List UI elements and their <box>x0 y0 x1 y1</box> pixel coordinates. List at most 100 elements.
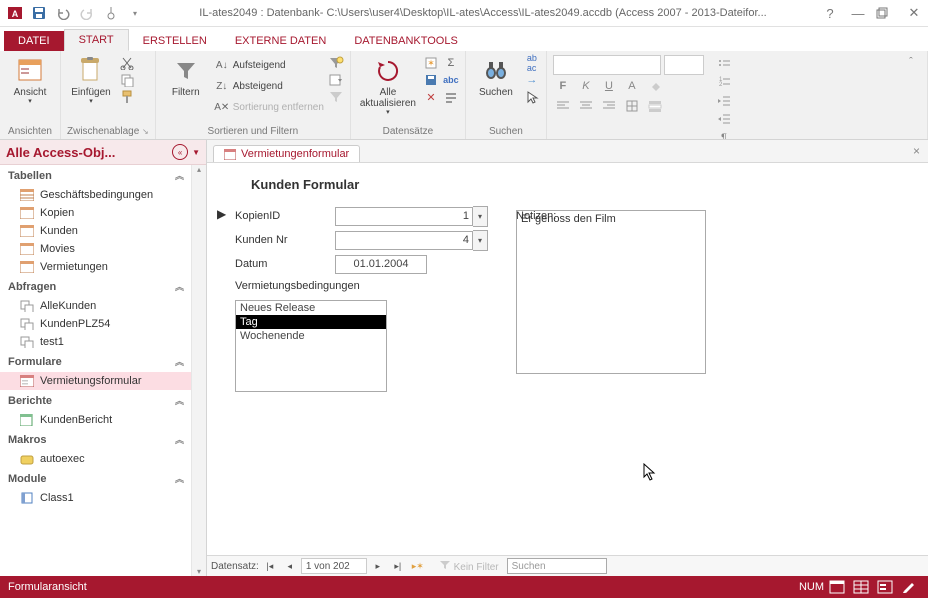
nav-module-item[interactable]: Class1 <box>0 489 192 507</box>
replace-icon[interactable]: abac <box>524 55 540 71</box>
bold-button[interactable]: F <box>553 77 573 95</box>
select-icon[interactable] <box>524 89 540 105</box>
access-app-icon[interactable]: A <box>4 3 26 23</box>
nav-scrollbar[interactable]: ▴▾ <box>191 165 206 576</box>
einfuegen-button[interactable]: Einfügen▾ <box>67 53 115 106</box>
minimize-icon[interactable]: ― <box>848 6 868 21</box>
nav-table-item[interactable]: Kopien <box>0 204 192 222</box>
nav-table-item[interactable]: Movies <box>0 240 192 258</box>
qat-customize-icon[interactable]: ▾ <box>124 3 146 23</box>
vermietungsbedingungen-listbox[interactable]: Neues Release Tag Wochenende <box>235 300 387 392</box>
nav-category-makros[interactable]: Makros︽ <box>0 429 192 450</box>
collapse-ribbon-icon[interactable]: ˆ <box>901 53 921 71</box>
prev-record-button[interactable]: ◂ <box>281 557 299 575</box>
nav-query-item[interactable]: KundenPLZ54 <box>0 315 192 333</box>
bullets-button[interactable] <box>714 55 734 73</box>
scroll-up-icon[interactable]: ▴ <box>197 165 201 174</box>
nav-table-item[interactable]: Kunden <box>0 222 192 240</box>
selection-filter-icon[interactable] <box>328 55 344 71</box>
next-record-button[interactable]: ▸ <box>369 557 387 575</box>
nav-query-item[interactable]: AlleKunden <box>0 297 192 315</box>
more-records-icon[interactable] <box>443 89 459 105</box>
numbering-button[interactable]: 12 <box>714 73 734 91</box>
kopienid-field[interactable]: 1 <box>335 207 473 226</box>
toggle-filter-icon[interactable] <box>328 89 344 105</box>
close-tab-icon[interactable]: × <box>913 144 920 158</box>
new-record-icon[interactable]: ✶ <box>423 55 439 71</box>
tab-datenbanktools[interactable]: DATENBANKTOOLS <box>340 31 472 51</box>
scroll-down-icon[interactable]: ▾ <box>197 567 201 576</box>
font-family-combo[interactable] <box>553 55 661 75</box>
notizen-field[interactable]: Er genoss den Film <box>516 210 706 374</box>
touch-mode-icon[interactable] <box>100 3 122 23</box>
font-color-button[interactable]: A <box>622 77 642 95</box>
nav-header[interactable]: Alle Access-Obj... « ▼ <box>0 140 206 165</box>
close-icon[interactable]: ✕ <box>904 5 924 21</box>
absteigend-button[interactable]: Z↓Absteigend <box>214 76 324 96</box>
nav-macro-item[interactable]: autoexec <box>0 450 192 468</box>
cut-icon[interactable] <box>119 55 135 71</box>
filter-indicator[interactable]: Kein Filter <box>439 560 499 573</box>
datasheet-view-button[interactable] <box>850 579 872 595</box>
nav-category-module[interactable]: Module︽ <box>0 468 192 489</box>
list-item[interactable]: Neues Release <box>236 301 386 315</box>
text-direction-button[interactable]: ¶ <box>714 129 734 140</box>
nav-query-item[interactable]: test1 <box>0 333 192 351</box>
kundennr-field[interactable]: 4 <box>335 231 473 250</box>
nav-table-item[interactable]: Vermietungen <box>0 258 192 276</box>
layout-view-button[interactable] <box>874 579 896 595</box>
last-record-button[interactable]: ▸| <box>389 557 407 575</box>
save-record-icon[interactable] <box>423 72 439 88</box>
ansicht-button[interactable]: Ansicht▾ <box>6 53 54 106</box>
nav-table-item[interactable]: Geschäftsbedingungen <box>0 186 192 204</box>
advanced-filter-icon[interactable] <box>328 72 344 88</box>
record-selector-icon[interactable]: ▶ <box>217 207 226 221</box>
copy-icon[interactable] <box>119 72 135 88</box>
tab-file[interactable]: DATEI <box>4 31 64 51</box>
align-center-button[interactable] <box>576 97 596 115</box>
delete-record-icon[interactable]: ✕ <box>423 89 439 105</box>
alt-row-color-button[interactable] <box>645 97 665 115</box>
tab-erstellen[interactable]: ERSTELLEN <box>129 31 221 51</box>
document-tab[interactable]: Vermietungenformular <box>213 145 360 162</box>
format-painter-icon[interactable] <box>119 89 135 105</box>
restore-icon[interactable] <box>876 7 896 19</box>
list-item[interactable]: Tag <box>236 315 386 329</box>
nav-category-formulare[interactable]: Formulare︽ <box>0 351 192 372</box>
alle-aktualisieren-button[interactable]: Alle aktualisieren▾ <box>357 53 419 117</box>
nav-category-abfragen[interactable]: Abfragen︽ <box>0 276 192 297</box>
list-item[interactable]: Wochenende <box>236 329 386 343</box>
design-view-button[interactable] <box>898 579 920 595</box>
kopienid-dropdown[interactable]: ▾ <box>473 206 488 227</box>
decrease-indent-button[interactable] <box>714 92 734 110</box>
nav-report-item[interactable]: KundenBericht <box>0 411 192 429</box>
sortierung-entfernen-button[interactable]: A✕Sortierung entfernen <box>214 97 324 117</box>
nav-category-tabellen[interactable]: Tabellen︽ <box>0 165 192 186</box>
dialog-launcher-icon[interactable]: ↘ <box>142 127 149 136</box>
undo-icon[interactable] <box>52 3 74 23</box>
nav-category-berichte[interactable]: Berichte︽ <box>0 390 192 411</box>
redo-icon[interactable] <box>76 3 98 23</box>
record-position-field[interactable]: 1 von 202 <box>301 558 367 574</box>
filtern-button[interactable]: Filtern <box>162 53 210 98</box>
fill-color-button[interactable] <box>645 77 665 95</box>
datum-field[interactable]: 01.01.2004 <box>335 255 427 274</box>
gridlines-button[interactable] <box>622 97 642 115</box>
suchen-button[interactable]: Suchen <box>472 53 520 98</box>
align-right-button[interactable] <box>599 97 619 115</box>
spelling-icon[interactable]: abc <box>443 72 459 88</box>
nav-form-item[interactable]: Vermietungsformular <box>0 372 192 390</box>
nav-menu-icon[interactable]: « <box>172 144 188 160</box>
align-left-button[interactable] <box>553 97 573 115</box>
goto-icon[interactable]: → <box>524 72 540 88</box>
chevron-down-icon[interactable]: ▼ <box>192 148 200 157</box>
tab-externe-daten[interactable]: EXTERNE DATEN <box>221 31 340 51</box>
aufsteigend-button[interactable]: A↓Aufsteigend <box>214 55 324 75</box>
search-box[interactable]: Suchen <box>507 558 607 574</box>
totals-icon[interactable]: Σ <box>443 55 459 71</box>
underline-button[interactable]: U <box>599 77 619 95</box>
first-record-button[interactable]: |◂ <box>261 557 279 575</box>
form-view-button[interactable] <box>826 579 848 595</box>
font-size-combo[interactable] <box>664 55 704 75</box>
help-icon[interactable]: ? <box>820 6 840 21</box>
